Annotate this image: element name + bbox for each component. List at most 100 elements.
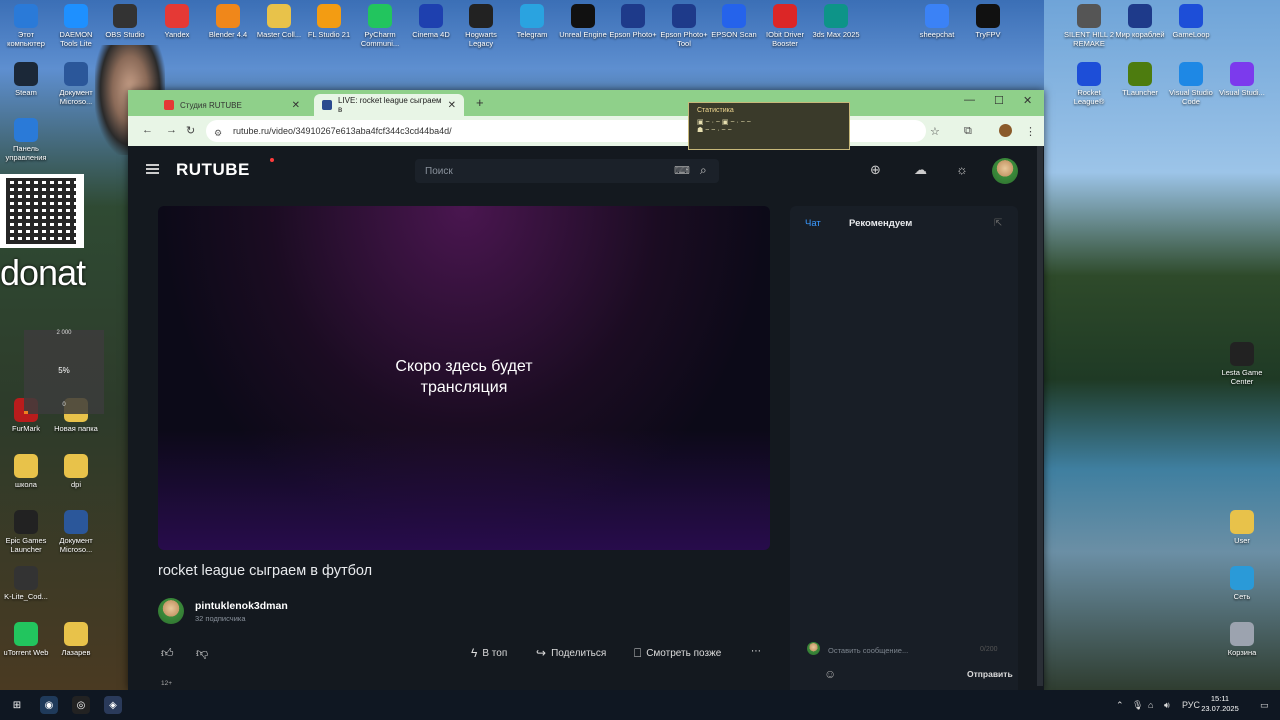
desktop-icon[interactable]: sheepchat	[911, 4, 963, 39]
desktop-icon[interactable]: Этот компьютер	[0, 4, 52, 48]
desktop-icon[interactable]: TryFPV	[962, 4, 1014, 39]
desktop-icon[interactable]: Unreal Engine	[557, 4, 609, 39]
share-button[interactable]: ↪ Поделиться	[536, 646, 606, 660]
desktop-icon[interactable]: Сеть	[1216, 566, 1268, 601]
desktop-icon[interactable]: Лазарев	[50, 622, 102, 657]
maximize-icon[interactable]: ☐	[994, 94, 1004, 107]
app-taskbar-icon[interactable]: ◈	[104, 696, 122, 714]
app-icon	[14, 622, 38, 646]
app-icon	[469, 4, 493, 28]
user-avatar[interactable]	[992, 158, 1018, 184]
volume-icon[interactable]: 🔊︎	[1164, 700, 1170, 711]
tab-rutube-studio[interactable]: Студия RUTUBE ✕	[156, 94, 308, 116]
desktop-icon[interactable]: Blender 4.4	[202, 4, 254, 39]
bookmark-star-icon[interactable]: ☆	[930, 125, 940, 138]
desktop-icon[interactable]: Документ Microso...	[50, 510, 102, 554]
top-button[interactable]: ϟ В топ	[471, 646, 507, 660]
desktop-icon-label: TLauncher	[1122, 88, 1158, 97]
start-menu-icon[interactable]: ⊞	[8, 696, 26, 714]
more-options-button[interactable]: ⋯	[751, 646, 761, 657]
desktop-icon[interactable]: K-Lite_Cod...	[0, 566, 52, 601]
desktop-icon[interactable]: SILENT HILL 2 REMAKE	[1063, 4, 1115, 48]
desktop-icon-label: Панель управления	[5, 144, 47, 162]
desktop-icon[interactable]: Rocket League®	[1063, 62, 1115, 106]
desktop-icon-label: Cinema 4D	[412, 30, 450, 39]
desktop-icon[interactable]: dpi	[50, 454, 102, 489]
popout-icon[interactable]: ⇱	[994, 218, 1002, 229]
desktop-icon[interactable]: Steam	[0, 62, 52, 97]
rutube-favicon	[322, 100, 332, 110]
desktop-icon[interactable]: uTorrent Web	[0, 622, 52, 657]
reload-icon[interactable]: ↻	[186, 124, 195, 137]
desktop-icon[interactable]: Hogwarts Legacy	[455, 4, 507, 48]
desktop-icon[interactable]: Lesta Game Center	[1216, 342, 1268, 386]
keyboard-icon[interactable]: ⌨	[674, 164, 690, 177]
desktop-icon[interactable]: Master Coll...	[253, 4, 305, 39]
desktop-icon[interactable]: PyCharm Communi...	[354, 4, 406, 48]
desktop-icon[interactable]: OBS Studio	[99, 4, 151, 39]
dislike-button[interactable]: 👎︎	[196, 646, 208, 661]
desktop-icon[interactable]: Epic Games Launcher	[0, 510, 52, 554]
app-icon	[14, 118, 38, 142]
watch-later-button[interactable]: ⎕ Смотреть позже	[634, 646, 721, 661]
desktop-icon[interactable]: Epson Photo+	[607, 4, 659, 39]
desktop-icon[interactable]: Cinema 4D	[405, 4, 457, 39]
menu-dots-icon[interactable]: ⋮	[1025, 125, 1036, 138]
desktop-icon[interactable]: Epson Photo+ Tool	[658, 4, 710, 48]
minimize-icon[interactable]: —	[964, 94, 975, 106]
desktop-icon[interactable]: Visual Studi...	[1216, 62, 1268, 97]
like-button[interactable]: 👍︎	[161, 646, 174, 661]
desktop-icon[interactable]: User	[1216, 510, 1268, 545]
desktop-icon[interactable]: DAEMON Tools Lite	[50, 4, 102, 48]
notifications-icon[interactable]: ☁	[914, 162, 927, 178]
microphone-icon[interactable]: 🎙︎	[1132, 700, 1143, 711]
video-player[interactable]: Скоро здесь будет трансляция	[158, 206, 770, 550]
close-tab-icon[interactable]: ✕	[448, 100, 456, 111]
hamburger-menu-icon[interactable]	[146, 164, 159, 174]
obs-taskbar-icon[interactable]: ◎	[72, 696, 90, 714]
desktop-icon[interactable]: IObit Driver Booster	[759, 4, 811, 48]
tab-live-stream[interactable]: LIVE: rocket league сыграем в ✕	[314, 94, 464, 116]
close-tab-icon[interactable]: ✕	[292, 100, 300, 111]
desktop-icon[interactable]: 3ds Max 2025	[810, 4, 862, 39]
forward-icon[interactable]: →	[166, 124, 177, 136]
desktop-icon[interactable]: EPSON Scan	[708, 4, 760, 39]
close-window-icon[interactable]: ✕	[1023, 94, 1032, 107]
theme-toggle-icon[interactable]: ☼	[956, 162, 968, 177]
tray-chevron-icon[interactable]: ⌃	[1116, 700, 1124, 711]
site-info-icon[interactable]: ⚙	[214, 128, 222, 139]
profile-avatar[interactable]	[999, 124, 1012, 137]
back-icon[interactable]: ←	[142, 124, 153, 136]
emoji-icon[interactable]: ☺	[824, 667, 836, 681]
extensions-icon[interactable]: ⧉	[964, 125, 972, 138]
new-tab-icon[interactable]: +	[476, 95, 484, 110]
app-icon	[113, 4, 137, 28]
tab-recommend[interactable]: Рекомендуем	[849, 218, 912, 229]
desktop-icon[interactable]: FL Studio 21	[303, 4, 355, 39]
desktop-icon[interactable]: школа	[0, 454, 52, 489]
desktop-icon[interactable]: Мир кораблей	[1114, 4, 1166, 39]
search-icon[interactable]: ⌕	[700, 163, 707, 178]
channel-name[interactable]: pintuklenok3dman	[195, 600, 288, 612]
desktop-icon[interactable]: Telegram	[506, 4, 558, 39]
desktop-icon[interactable]: Yandex	[151, 4, 203, 39]
send-button[interactable]: Отправить	[967, 669, 1013, 679]
app-icon	[317, 4, 341, 28]
tab-chat[interactable]: Чат	[805, 218, 821, 229]
desktop-icon[interactable]: Корзина	[1216, 622, 1268, 657]
rutube-logo[interactable]: RUTUBE	[176, 160, 250, 180]
channel-avatar[interactable]	[158, 598, 184, 624]
upload-icon[interactable]: ⊕	[870, 162, 881, 178]
language-indicator[interactable]: РУС	[1182, 700, 1200, 710]
chat-panel: Чат Рекомендуем ⇱ Оставить сообщение... …	[790, 206, 1018, 690]
page-scrollbar[interactable]	[1037, 146, 1043, 686]
chrome-taskbar-icon[interactable]: ◉	[40, 696, 58, 714]
desktop-icon[interactable]: GameLoop	[1165, 4, 1217, 39]
desktop-icon[interactable]: Visual Studio Code	[1165, 62, 1217, 106]
desktop-icon-label: IObit Driver Booster	[766, 30, 804, 48]
network-icon[interactable]: ⌂	[1148, 700, 1153, 710]
desktop-icon[interactable]: Панель управления	[0, 118, 52, 162]
clock[interactable]: 15:11 23.07.2025	[1200, 694, 1240, 714]
notifications-tray-icon[interactable]: ▭	[1260, 700, 1269, 711]
desktop-icon[interactable]: TLauncher	[1114, 62, 1166, 97]
